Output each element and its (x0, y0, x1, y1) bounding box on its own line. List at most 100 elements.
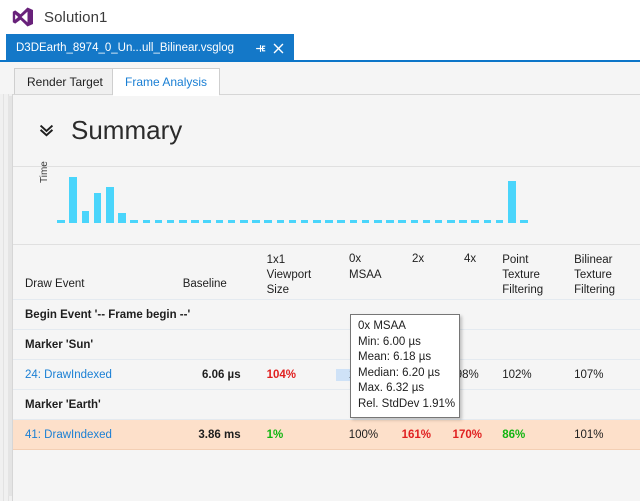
msaa-statistics-tooltip: 0x MSAA Min: 6.00 µs Mean: 6.18 µs Media… (350, 314, 460, 418)
chart-bar (471, 220, 479, 223)
tab-frame-analysis[interactable]: Frame Analysis (112, 68, 221, 96)
chart-bar (507, 181, 516, 223)
frame-analysis-window: Solution1 D3DEarth_8974_0_Un...ull_Bilin… (0, 0, 640, 501)
summary-section-header[interactable]: Summary (13, 95, 640, 167)
table-row[interactable]: 24: DrawIndexed6.06 µs104%102%94%98%102%… (13, 360, 640, 390)
chart-bar (203, 220, 211, 223)
tab-render-target-label: Render Target (27, 75, 103, 89)
table-body: Begin Event '-- Frame begin --' Marker 'S… (13, 300, 640, 450)
chart-bar (154, 220, 163, 223)
chart-bar (313, 220, 321, 223)
chart-bar (81, 211, 90, 223)
table-row[interactable]: 41: DrawIndexed 3.86 ms 1% 100% 161% 170% 86% 1… (13, 420, 640, 450)
draw-call-time-chart[interactable]: Time Draw call (13, 161, 640, 293)
viewport-size-value[interactable]: 1% (245, 429, 337, 441)
msaa-4x-value[interactable]: 170% (442, 429, 492, 441)
point-texture-filtering-value[interactable]: 86% (492, 429, 564, 441)
chart-bar (191, 220, 199, 223)
tooltip-line-mean: Mean: 6.18 µs (358, 351, 432, 363)
scrollbar-track[interactable] (3, 94, 12, 501)
frame-analysis-table: Draw Event Baseline 1x1 Viewport Size Po… (13, 245, 640, 450)
tooltip-line-stddev: Rel. StdDev 1.91% (358, 397, 456, 410)
baseline-value: 6.06 µs (201, 368, 241, 381)
msaa-tick-0x: 0x (349, 253, 362, 265)
window-title: Solution1 (44, 8, 108, 26)
analysis-tab-bar: Render Target Frame Analysis (0, 62, 640, 96)
msaa-tick-2x: 2x (412, 253, 425, 265)
msaa-0x-value[interactable]: 100% (336, 429, 390, 441)
frame-analysis-content: Summary Time Draw call Draw Event Baseli… (12, 94, 640, 501)
chart-bar (300, 220, 309, 223)
chart-bar (483, 220, 492, 223)
chart-bar (447, 220, 455, 223)
baseline-value: 3.86 ms (198, 428, 241, 441)
summary-title: Summary (71, 115, 183, 145)
chart-bar (142, 220, 151, 223)
chart-bar (422, 220, 431, 223)
tooltip-line-min: Min: 6.00 µs (358, 335, 421, 348)
chevron-double-down-icon[interactable] (35, 120, 57, 142)
chart-bar (276, 220, 285, 223)
chart-bar (106, 187, 114, 223)
chart-bar (349, 220, 358, 223)
column-header-viewport-size[interactable]: 1x1 Viewport Size (245, 245, 337, 298)
tooltip-title: 0x MSAA (358, 320, 406, 332)
chart-bar (57, 220, 65, 223)
column-header-bilinear-texture-filtering[interactable]: Bilinear Texture Filtering (564, 245, 640, 298)
draw-event-link[interactable]: 24: DrawIndexed (13, 369, 173, 381)
table-header-row: Draw Event Baseline 1x1 Viewport Size Po… (13, 245, 640, 300)
chart-bar (118, 213, 126, 223)
chart-bar (337, 220, 345, 223)
draw-event-link[interactable]: 41: DrawIndexed (13, 429, 173, 441)
document-tab-vsglog[interactable]: D3DEarth_8974_0_Un...ull_Bilinear.vsglog (6, 34, 295, 62)
viewport-size-value[interactable]: 104% (245, 369, 337, 381)
column-header-msaa-group: 0x 2x 4x MSAA (349, 253, 507, 285)
chart-bar (93, 193, 102, 223)
bilinear-texture-filtering-value[interactable]: 107% (564, 369, 640, 381)
group-row-label: Marker 'Earth' (25, 398, 101, 411)
vertical-scrollbar[interactable] (0, 94, 12, 501)
chart-bar (179, 220, 187, 223)
pin-icon[interactable] (253, 41, 268, 56)
document-tab-label: D3DEarth_8974_0_Un...ull_Bilinear.vsglog (16, 42, 235, 54)
chart-bar (227, 220, 236, 223)
chart-bar (240, 220, 248, 223)
chart-bar (166, 220, 175, 223)
group-row-label: Begin Event '-- Frame begin --' (25, 308, 191, 321)
chart-bar (288, 220, 297, 223)
tab-frame-analysis-label: Frame Analysis (125, 75, 208, 89)
chart-bar (520, 220, 528, 223)
column-header-msaa-2x[interactable] (390, 245, 442, 253)
chart-bar (373, 220, 382, 223)
bilinear-texture-filtering-value[interactable]: 101% (564, 429, 640, 441)
chart-bar (130, 220, 138, 223)
tab-render-target[interactable]: Render Target (14, 68, 116, 95)
point-texture-filtering-value[interactable]: 102% (492, 369, 564, 381)
group-row-label: Marker 'Sun' (25, 338, 94, 351)
chart-bar (325, 220, 333, 223)
document-tab-strip: D3DEarth_8974_0_Un...ull_Bilinear.vsglog (0, 34, 640, 62)
msaa-tick-4x: 4x (464, 253, 477, 265)
chart-bar (459, 220, 467, 223)
title-bar: Solution1 (0, 0, 640, 34)
column-header-baseline[interactable]: Baseline (173, 245, 245, 292)
chart-y-axis-label: Time (39, 161, 50, 183)
close-icon[interactable] (271, 41, 286, 56)
chart-plot-area (55, 173, 530, 223)
chart-bar (434, 220, 443, 223)
chart-bar (215, 220, 224, 223)
column-header-msaa-0x[interactable] (336, 245, 390, 253)
chart-bar (386, 220, 394, 223)
table-group-row[interactable]: Begin Event '-- Frame begin --' (13, 300, 640, 330)
visual-studio-logo-icon (12, 6, 34, 28)
chart-bar (69, 177, 78, 223)
tooltip-line-median: Median: 6.20 µs (358, 366, 441, 379)
chart-bar (264, 220, 272, 223)
chart-bar (252, 220, 260, 223)
column-header-msaa-4x[interactable] (442, 245, 492, 253)
msaa-group-label: MSAA (349, 269, 382, 281)
table-group-row[interactable]: Marker 'Earth' (13, 390, 640, 420)
column-header-draw-event[interactable]: Draw Event (13, 245, 173, 292)
msaa-2x-value[interactable]: 161% (390, 429, 442, 441)
table-group-row[interactable]: Marker 'Sun' (13, 330, 640, 360)
